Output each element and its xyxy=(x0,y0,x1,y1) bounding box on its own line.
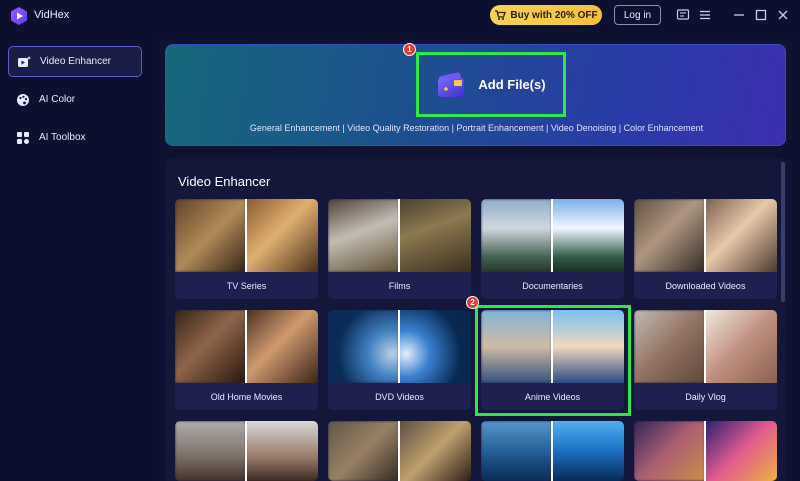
card-thumbnail xyxy=(481,310,624,383)
card-thumbnail xyxy=(175,421,318,481)
video-enhancer-icon xyxy=(18,55,31,67)
add-file-button[interactable]: Add File(s) xyxy=(416,52,566,117)
card-label: Downloaded Videos xyxy=(665,280,746,291)
card-thumbnail xyxy=(634,421,777,481)
close-icon[interactable] xyxy=(776,8,790,22)
sidebar-item-video-enhancer[interactable]: Video Enhancer xyxy=(8,46,142,77)
card-documentaries[interactable]: Documentaries xyxy=(481,199,624,299)
sidebar-item-label: AI Color xyxy=(39,94,76,105)
buy-button-label: Buy with 20% OFF xyxy=(510,9,598,21)
maximize-icon[interactable] xyxy=(754,8,768,22)
card-thumbnail xyxy=(481,199,624,272)
cart-icon xyxy=(495,10,507,20)
app-logo-icon xyxy=(11,7,27,25)
sidebar-item-ai-color[interactable]: AI Color xyxy=(8,84,142,115)
card-partial[interactable] xyxy=(175,421,318,481)
card-thumbnail xyxy=(175,310,318,383)
app-name: VidHex xyxy=(34,9,70,21)
card-partial[interactable] xyxy=(328,421,471,481)
panel-title: Video Enhancer xyxy=(178,174,271,189)
card-thumbnail xyxy=(328,199,471,272)
card-label: Films xyxy=(388,280,411,291)
scrollbar[interactable] xyxy=(781,162,785,302)
card-old-home-movies[interactable]: Old Home Movies xyxy=(175,310,318,410)
buy-button[interactable]: Buy with 20% OFF xyxy=(490,5,602,25)
title-bar: VidHex Buy with 20% OFF Log in xyxy=(0,0,800,32)
video-enhancer-panel: Video Enhancer TV Series Films Documenta… xyxy=(165,157,786,481)
card-label: Daily Vlog xyxy=(685,391,726,402)
toolbox-icon xyxy=(17,131,29,144)
step-badge-2: 2 xyxy=(466,296,479,309)
folder-add-icon xyxy=(438,71,465,97)
card-films[interactable]: Films xyxy=(328,199,471,299)
banner-subtitle: General Enhancement | Video Quality Rest… xyxy=(249,123,704,133)
menu-icon[interactable] xyxy=(698,8,712,22)
card-partial[interactable] xyxy=(634,421,777,481)
card-thumbnail xyxy=(175,199,318,272)
minimize-icon[interactable] xyxy=(732,8,746,22)
card-label: Documentaries xyxy=(522,280,583,291)
sidebar-item-ai-toolbox[interactable]: AI Toolbox xyxy=(8,122,142,153)
sidebar: Video Enhancer AI Color AI Toolbox xyxy=(0,32,152,481)
card-anime-videos[interactable]: Anime Videos xyxy=(481,310,624,410)
sidebar-item-label: Video Enhancer xyxy=(40,56,111,67)
card-thumbnail xyxy=(481,421,624,481)
card-downloaded-videos[interactable]: Downloaded Videos xyxy=(634,199,777,299)
card-thumbnail xyxy=(328,421,471,481)
sidebar-item-label: AI Toolbox xyxy=(39,132,86,143)
palette-icon xyxy=(17,93,29,106)
card-tv-series[interactable]: TV Series xyxy=(175,199,318,299)
card-label: DVD Videos xyxy=(375,391,424,402)
card-label: Old Home Movies xyxy=(210,391,283,402)
add-file-label: Add File(s) xyxy=(478,77,546,92)
card-daily-vlog[interactable]: Daily Vlog xyxy=(634,310,777,410)
card-thumbnail xyxy=(634,199,777,272)
step-badge-1: 1 xyxy=(403,43,416,56)
card-label: Anime Videos xyxy=(524,391,581,402)
login-button[interactable]: Log in xyxy=(614,5,661,25)
add-file-banner[interactable]: Add File(s) 1 General Enhancement | Vide… xyxy=(165,43,786,146)
card-thumbnail xyxy=(634,310,777,383)
card-partial[interactable] xyxy=(481,421,624,481)
feedback-icon[interactable] xyxy=(676,8,690,22)
main-area: Add File(s) 1 General Enhancement | Vide… xyxy=(152,32,800,481)
card-dvd-videos[interactable]: DVD Videos xyxy=(328,310,471,410)
card-label: TV Series xyxy=(226,280,267,291)
card-thumbnail xyxy=(328,310,471,383)
